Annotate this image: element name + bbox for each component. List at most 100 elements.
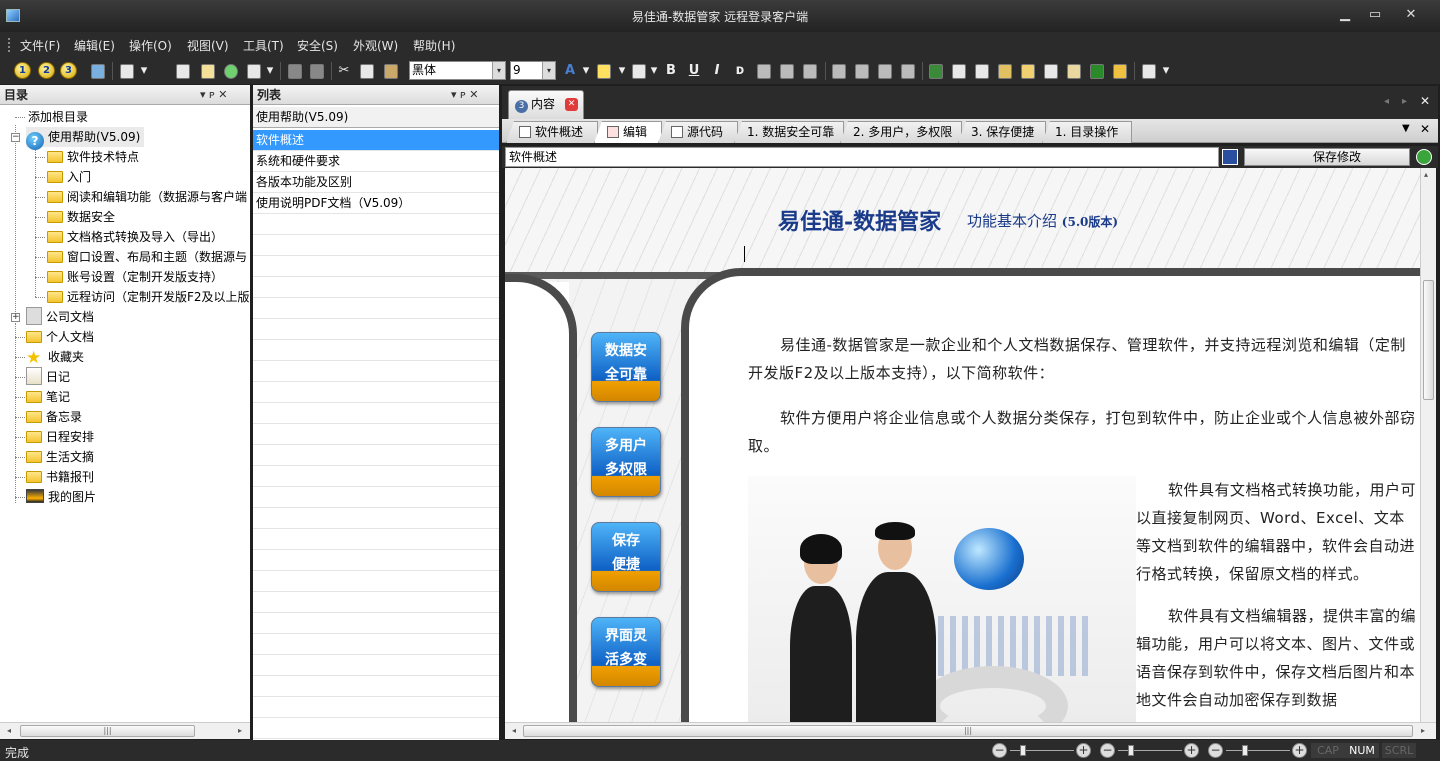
zoom-out-icon[interactable]: − (992, 743, 1007, 758)
font-name-select[interactable]: 黑体 ▾ (409, 61, 506, 80)
camera-icon[interactable] (1090, 64, 1104, 79)
tab-scroll-left-icon[interactable]: ◂ (1384, 96, 1389, 107)
list-item[interactable]: 各版本功能及区别 (253, 172, 499, 193)
edit-image-icon[interactable] (1044, 64, 1058, 79)
editor-hscrollbar[interactable]: ◂ ||| ▸ (505, 722, 1436, 739)
history-icon[interactable] (1416, 149, 1432, 165)
menu-file[interactable]: 文件(F) (20, 37, 60, 54)
tab-save-easy[interactable]: 3. 保存便捷 (958, 121, 1046, 143)
zoom-slider-1[interactable]: − + (992, 743, 1092, 758)
link-icon[interactable] (929, 64, 943, 79)
tab-content[interactable]: 3 内容 ✕ (508, 90, 584, 119)
scroll-up-icon[interactable]: ▴ (1424, 170, 1428, 179)
save-changes-button[interactable]: 保存修改 (1244, 148, 1410, 166)
bold-button[interactable]: B (663, 61, 679, 81)
list-item[interactable]: 软件概述 (253, 130, 499, 151)
options-dropdown-icon[interactable]: ▾ (1158, 61, 1174, 81)
tab-directory-ops[interactable]: 1. 目录操作 (1042, 121, 1132, 143)
menu-view[interactable]: 视图(V) (187, 37, 229, 54)
tree-collapse-toggle[interactable]: − (11, 133, 20, 142)
tree-item-favorites[interactable]: ★ 收藏夹 (26, 347, 84, 368)
tree-item-life-digest[interactable]: 生活文摘 (26, 447, 94, 467)
tree-item-notes[interactable]: 笔记 (26, 387, 70, 407)
insert-file-icon[interactable] (952, 64, 966, 79)
tree-item-help[interactable]: ? 使用帮助(V5.09) (26, 127, 145, 150)
new-dropdown-icon[interactable]: ▾ (136, 61, 152, 81)
level-2-button[interactable]: 2 (38, 62, 55, 79)
italic-button[interactable]: I (709, 61, 725, 81)
tree-item-memo[interactable]: 备忘录 (26, 407, 82, 427)
scroll-thumb[interactable]: ||| (523, 725, 1413, 737)
scroll-right-icon[interactable]: ▸ (234, 725, 246, 737)
gallery-icon[interactable] (1067, 64, 1081, 79)
menu-appearance[interactable]: 外观(W) (353, 37, 398, 54)
paste-icon[interactable] (384, 64, 398, 79)
export-dropdown-icon[interactable]: ▾ (262, 61, 278, 81)
connect-icon[interactable] (91, 64, 105, 79)
outdent-icon[interactable] (878, 64, 892, 79)
scroll-thumb[interactable] (1423, 280, 1434, 400)
tree-item-personal-docs[interactable]: 个人文档 (26, 327, 94, 347)
zoom-in-icon[interactable]: + (1184, 743, 1199, 758)
tab-edit[interactable]: 编辑 (594, 121, 662, 143)
insert-image-icon[interactable] (1021, 64, 1035, 79)
highlight-icon[interactable] (597, 64, 611, 79)
tree-item-company-docs[interactable]: 公司文档 (26, 307, 94, 327)
tree-item-window-settings[interactable]: 窗口设置、布局和主题（数据源与 (47, 247, 247, 267)
close-tab-icon[interactable]: ✕ (565, 98, 578, 111)
menu-operate[interactable]: 操作(O) (129, 37, 172, 54)
menu-help[interactable]: 帮助(H) (413, 37, 455, 54)
editor-vscrollbar[interactable]: ▴ (1420, 168, 1436, 723)
menu-security[interactable]: 安全(S) (297, 37, 338, 54)
move-up-icon[interactable] (288, 64, 302, 79)
tree-item-account-settings[interactable]: 账号设置（定制开发版支持） (47, 267, 223, 287)
copy-icon[interactable] (360, 64, 374, 79)
tree-item-data-security[interactable]: 数据安全 (47, 207, 115, 227)
tree-hscrollbar[interactable]: ◂ ||| ▸ (0, 722, 250, 739)
tools-icon[interactable] (1113, 64, 1127, 79)
scroll-right-icon[interactable]: ▸ (1417, 725, 1429, 737)
save-disk-icon[interactable] (1222, 149, 1238, 165)
scroll-left-icon[interactable]: ◂ (508, 725, 520, 737)
zoom-in-icon[interactable]: + (1292, 743, 1307, 758)
maximize-button[interactable]: ▭ (1362, 6, 1388, 24)
table-icon[interactable] (975, 64, 989, 79)
tree-expand-toggle[interactable]: + (11, 313, 20, 322)
preview-icon[interactable] (176, 64, 190, 79)
list-item[interactable]: 系统和硬件要求 (253, 151, 499, 172)
zoom-slider-3[interactable]: − + (1208, 743, 1308, 758)
menu-tools[interactable]: 工具(T) (243, 37, 284, 54)
new-document-icon[interactable] (120, 64, 134, 79)
rich-text-editor[interactable]: 易佳通-数据管家 功能基本介绍 (5.0版本) 数据安 全可靠 多用户 多权限 … (505, 168, 1420, 723)
numbered-list-icon[interactable] (832, 64, 846, 79)
tree-panel-controls[interactable]: ▾ ᴘ ✕ (200, 85, 228, 105)
close-subtab-icon[interactable]: ✕ (1420, 122, 1430, 136)
tree-item-schedule[interactable]: 日程安排 (26, 427, 94, 447)
scroll-left-icon[interactable]: ◂ (3, 725, 15, 737)
border-icon[interactable] (632, 64, 646, 79)
list-item[interactable]: 使用说明PDF文档（V5.09） (253, 193, 499, 214)
tab-source[interactable]: 源代码 (658, 121, 738, 143)
highlight-dropdown-icon[interactable]: ▾ (614, 61, 630, 81)
tree-item-tech-features[interactable]: 软件技术特点 (47, 147, 139, 167)
menu-edit[interactable]: 编辑(E) (74, 37, 115, 54)
border-dropdown-icon[interactable]: ▾ (646, 61, 662, 81)
move-down-icon[interactable] (310, 64, 324, 79)
strikethrough-button[interactable]: ᴅ (732, 61, 748, 81)
list-panel-controls[interactable]: ▾ ᴘ ✕ (451, 85, 479, 105)
underline-button[interactable]: U (686, 61, 702, 81)
zoom-out-icon[interactable]: − (1100, 743, 1115, 758)
zoom-out-icon[interactable]: − (1208, 743, 1223, 758)
zoom-slider-2[interactable]: − + (1100, 743, 1200, 758)
tree-item-getting-started[interactable]: 入门 (47, 167, 91, 187)
tree-item-add-root[interactable]: 添加根目录 (28, 107, 88, 127)
align-left-icon[interactable] (757, 64, 771, 79)
document-options-icon[interactable] (1142, 64, 1156, 79)
align-right-icon[interactable] (803, 64, 817, 79)
level-1-button[interactable]: 1 (14, 62, 31, 79)
refresh-icon[interactable] (224, 64, 238, 79)
cut-icon[interactable]: ✂ (336, 61, 352, 81)
tab-scroll-right-icon[interactable]: ▸ (1402, 96, 1407, 107)
notes-icon[interactable] (201, 64, 215, 79)
minimize-button[interactable]: ▁ (1332, 6, 1358, 24)
